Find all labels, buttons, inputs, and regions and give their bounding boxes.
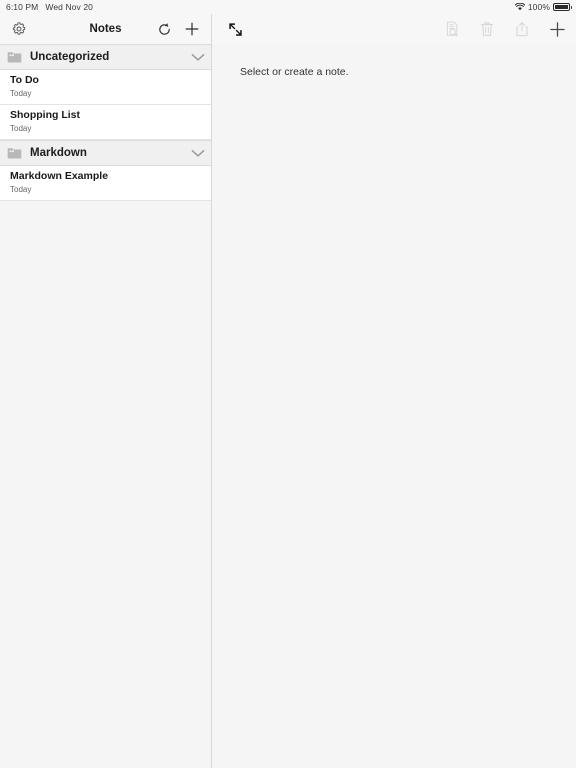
share-icon — [515, 21, 529, 37]
note-list-item[interactable]: Markdown Example Today — [0, 166, 211, 201]
detail-content: Select or create a note. — [212, 44, 576, 768]
empty-state-message: Select or create a note. — [240, 66, 349, 78]
status-bar-left: 6:10 PM Wed Nov 20 — [6, 2, 93, 12]
sidebar-toolbar-actions — [153, 18, 203, 40]
delete-note-button[interactable] — [476, 18, 498, 40]
status-time: 6:10 PM — [6, 2, 39, 12]
status-bar-right: 100% — [514, 2, 572, 12]
share-note-button[interactable] — [511, 18, 533, 40]
note-date: Today — [10, 124, 32, 133]
note-list-item[interactable]: To Do Today — [0, 70, 211, 105]
detail-pane: Select or create a note. — [212, 14, 576, 768]
app-window: 6:10 PM Wed Nov 20 100% Notes Uncategori… — [0, 0, 576, 768]
battery-icon — [553, 3, 572, 11]
note-date: Today — [10, 185, 32, 194]
sidebar-empty-area — [0, 201, 211, 768]
chevron-down-icon[interactable] — [191, 149, 205, 158]
folder-icon — [7, 51, 22, 63]
battery-percent-label: 100% — [527, 2, 550, 12]
gear-icon — [12, 22, 26, 36]
find-in-note-button[interactable] — [441, 18, 463, 40]
battery-fill — [555, 5, 568, 9]
sidebar: Notes Uncategorized To Do Today Shopping… — [0, 14, 212, 768]
detail-toolbar-actions — [441, 18, 568, 40]
expand-arrows-icon — [228, 22, 243, 37]
status-bar: 6:10 PM Wed Nov 20 100% — [0, 0, 576, 14]
note-title: Markdown Example — [10, 170, 109, 182]
expand-sidebar-button[interactable] — [224, 18, 246, 40]
refresh-button[interactable] — [153, 18, 175, 40]
folder-header-markdown[interactable]: Markdown — [0, 140, 211, 166]
folder-label: Uncategorized — [30, 51, 110, 63]
note-list: Uncategorized To Do Today Shopping List … — [0, 44, 211, 201]
note-date: Today — [10, 89, 32, 98]
detail-toolbar — [212, 14, 576, 44]
new-note-button[interactable] — [181, 18, 203, 40]
note-list-item[interactable]: Shopping List Today — [0, 105, 211, 140]
sidebar-toolbar: Notes — [0, 14, 211, 44]
plus-icon — [549, 21, 566, 38]
wifi-icon — [514, 3, 525, 11]
chevron-down-icon[interactable] — [191, 53, 205, 62]
folder-label: Markdown — [30, 147, 87, 159]
find-in-note-icon — [445, 21, 460, 37]
folder-icon — [7, 147, 22, 159]
plus-icon — [184, 21, 200, 37]
split-view: Notes Uncategorized To Do Today Shopping… — [0, 14, 576, 768]
settings-button[interactable] — [8, 18, 30, 40]
note-title: To Do — [10, 74, 39, 86]
folder-header-uncategorized[interactable]: Uncategorized — [0, 44, 211, 70]
status-date: Wed Nov 20 — [45, 2, 93, 12]
note-title: Shopping List — [10, 109, 80, 121]
trash-icon — [480, 21, 494, 37]
new-note-button-detail[interactable] — [546, 18, 568, 40]
refresh-icon — [157, 22, 172, 37]
